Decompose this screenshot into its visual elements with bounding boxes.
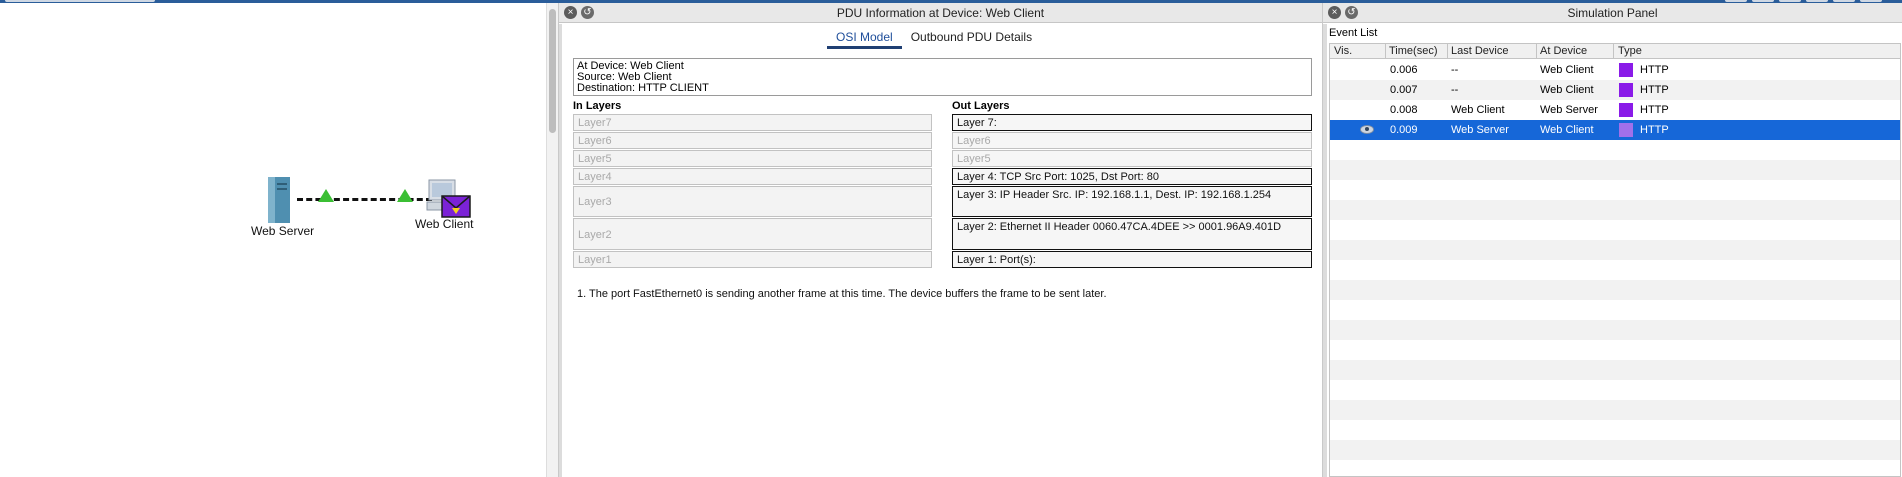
event-row-selected[interactable]: 0.009 Web Server Web Client HTTP [1330, 120, 1900, 140]
empty-row [1330, 280, 1900, 300]
in-layer-2[interactable]: Layer2 [573, 218, 932, 250]
event-type: HTTP [1640, 84, 1669, 96]
top-tab[interactable] [1752, 0, 1774, 2]
col-last-device[interactable]: Last Device [1451, 45, 1508, 57]
pdu-titlebar: × ↺ PDU Information at Device: Web Clien… [559, 3, 1322, 23]
pdu-tabs: OSI Model Outbound PDU Details [827, 27, 1041, 49]
empty-row [1330, 400, 1900, 420]
in-layer-5[interactable]: Layer5 [573, 150, 932, 167]
event-row[interactable]: 0.007 -- Web Client HTTP [1330, 80, 1900, 100]
event-row[interactable]: 0.006 -- Web Client HTTP [1330, 60, 1900, 80]
pdu-note: 1. The port FastEthernet0 is sending ano… [577, 288, 1107, 300]
event-last-device: -- [1451, 64, 1459, 76]
event-type: HTTP [1640, 64, 1669, 76]
event-at-device: Web Client [1540, 64, 1594, 76]
event-at-device: Web Client [1540, 124, 1594, 136]
event-at-device: Web Client [1540, 84, 1594, 96]
in-layer-6[interactable]: Layer6 [573, 132, 932, 149]
event-list-header: Vis. Time(sec) Last Device At Device Typ… [1330, 44, 1900, 59]
top-tab[interactable] [1833, 0, 1855, 2]
pdu-type-color-icon [1619, 63, 1633, 77]
out-layer-4[interactable]: Layer 4: TCP Src Port: 1025, Dst Port: 8… [952, 168, 1312, 185]
out-layers-heading: Out Layers [952, 100, 1010, 112]
event-row[interactable]: 0.008 Web Client Web Server HTTP [1330, 100, 1900, 120]
event-list-table[interactable]: Vis. Time(sec) Last Device At Device Typ… [1329, 43, 1901, 477]
event-time: 0.006 [1390, 64, 1418, 76]
event-at-device: Web Server [1540, 104, 1598, 116]
pdu-info-box: At Device: Web Client Source: Web Client… [573, 58, 1312, 96]
out-layer-1[interactable]: Layer 1: Port(s): [952, 251, 1312, 268]
in-layer-1[interactable]: Layer1 [573, 251, 932, 268]
col-divider [1536, 44, 1537, 59]
top-tab[interactable] [1806, 0, 1828, 2]
event-last-device: Web Client [1451, 104, 1505, 116]
in-layer-3[interactable]: Layer3 [573, 186, 932, 217]
empty-row [1330, 160, 1900, 180]
out-layer-2[interactable]: Layer 2: Ethernet II Header 0060.47CA.4D… [952, 218, 1312, 250]
top-tab[interactable] [5, 0, 155, 2]
empty-row [1330, 320, 1900, 340]
destination-text: Destination: HTTP CLIENT [577, 82, 709, 94]
server-icon[interactable] [265, 175, 295, 225]
event-time: 0.007 [1390, 84, 1418, 96]
empty-row [1330, 360, 1900, 380]
visibility-eye-icon[interactable] [1360, 125, 1374, 134]
web-server-label: Web Server [251, 224, 315, 238]
out-layer-6[interactable]: Layer6 [952, 132, 1312, 149]
pdu-type-color-icon [1619, 83, 1633, 97]
top-tab[interactable] [1860, 0, 1882, 2]
in-layer-4[interactable]: Layer4 [573, 168, 932, 185]
event-last-device: -- [1451, 84, 1459, 96]
pdu-type-color-icon [1619, 123, 1633, 137]
event-list-label: Event List [1329, 27, 1378, 39]
link-up-indicator-icon [318, 189, 334, 202]
pdu-info-window: × ↺ PDU Information at Device: Web Clien… [558, 3, 1322, 477]
empty-row [1330, 240, 1900, 260]
workspace-scrollbar[interactable] [546, 3, 558, 477]
sim-titlebar: × ↺ Simulation Panel [1323, 3, 1902, 23]
col-vis[interactable]: Vis. [1334, 45, 1352, 57]
event-type: HTTP [1640, 124, 1669, 136]
link-up-indicator-icon [397, 189, 413, 202]
event-last-device: Web Server [1451, 124, 1509, 136]
at-device-text: At Device: Web Client [577, 60, 684, 72]
in-layer-7[interactable]: Layer7 [573, 114, 932, 131]
event-time: 0.009 [1390, 124, 1418, 136]
event-type: HTTP [1640, 104, 1669, 116]
pdu-type-color-icon [1619, 103, 1633, 117]
col-divider [1613, 44, 1614, 59]
window-edge [1323, 24, 1327, 477]
event-time: 0.008 [1390, 104, 1418, 116]
out-layer-7[interactable]: Layer 7: [952, 114, 1312, 131]
col-divider [1447, 44, 1448, 59]
window-title: PDU Information at Device: Web Client [836, 6, 1045, 20]
top-tab[interactable] [1725, 0, 1747, 2]
col-type[interactable]: Type [1618, 45, 1642, 57]
simulation-panel: × ↺ Simulation Panel Event List Vis. Tim… [1322, 3, 1902, 477]
web-client-label: Web Client [415, 217, 474, 231]
in-layers-heading: In Layers [573, 100, 622, 112]
empty-row [1330, 440, 1900, 460]
empty-row [1330, 200, 1900, 220]
window-edge [559, 24, 562, 477]
top-tab[interactable] [1779, 0, 1801, 2]
tab-outbound-pdu-details[interactable]: Outbound PDU Details [902, 27, 1041, 49]
scrollbar-thumb[interactable] [549, 9, 556, 133]
tab-osi-model[interactable]: OSI Model [827, 27, 902, 49]
col-time[interactable]: Time(sec) [1389, 45, 1437, 57]
logical-workspace[interactable]: Web Server Web Client [0, 3, 546, 477]
col-at-device[interactable]: At Device [1540, 45, 1587, 57]
out-layer-3[interactable]: Layer 3: IP Header Src. IP: 192.168.1.1,… [952, 186, 1312, 217]
out-layer-5[interactable]: Layer5 [952, 150, 1312, 167]
window-title: Simulation Panel [1567, 6, 1658, 20]
col-divider [1385, 44, 1386, 59]
